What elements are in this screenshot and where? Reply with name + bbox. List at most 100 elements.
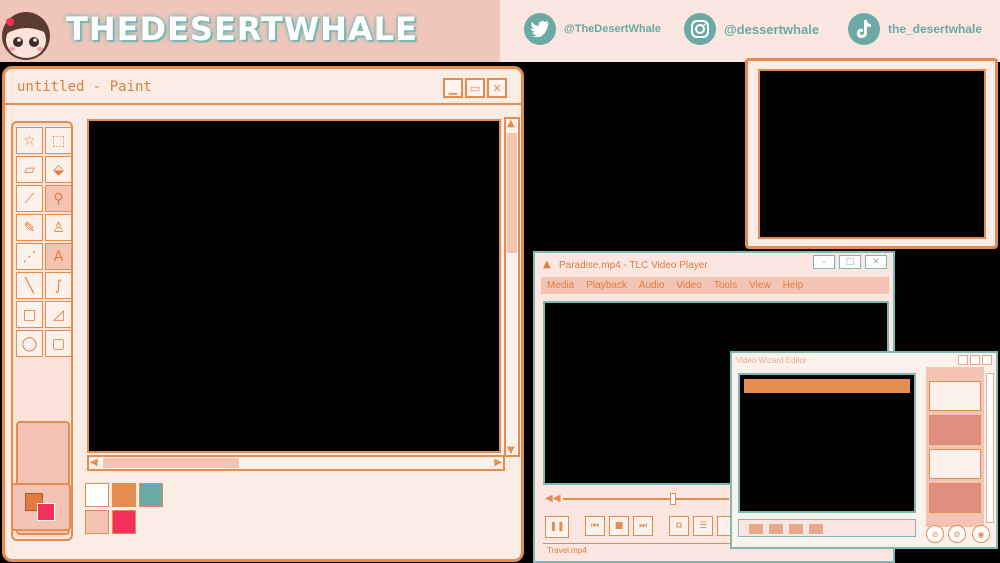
magnifier-icon[interactable]: ⚲ [45, 185, 72, 212]
background-color[interactable] [37, 503, 55, 521]
scroll-right-icon[interactable]: ▶ [494, 457, 502, 468]
seek-knob[interactable] [670, 493, 676, 505]
play-icon[interactable] [769, 524, 783, 534]
ellipse-icon[interactable]: ◯ [16, 330, 43, 357]
horizontal-scroll-thumb[interactable] [103, 458, 239, 468]
palette-swatch[interactable] [139, 483, 163, 507]
line-icon[interactable]: ╲ [16, 272, 43, 299]
close-button[interactable]: ✕ [865, 255, 887, 269]
minimize-button[interactable]: ▁ [443, 78, 463, 98]
seek-bar[interactable]: ◀◀ [543, 493, 733, 505]
star-select-icon[interactable]: ☆ [16, 127, 43, 154]
clip-thumbnail[interactable] [929, 483, 981, 513]
video-editor-controls [958, 355, 992, 365]
menu-view[interactable]: View [749, 280, 771, 291]
twitter-icon [524, 13, 556, 45]
volume-icon[interactable]: ◀◀ [545, 493, 560, 504]
compass-icon[interactable]: ⊘ [926, 525, 944, 543]
color-palette [85, 483, 163, 534]
color-picker-icon[interactable]: ⟋ [16, 185, 43, 212]
drawing-canvas[interactable] [87, 119, 501, 453]
preview-header-bar [744, 379, 910, 393]
video-player-controls: – □ ✕ [813, 255, 887, 269]
scroll-left-icon[interactable]: ◀ [90, 457, 98, 468]
export-icon[interactable]: ◉ [972, 525, 990, 543]
maximize-button[interactable]: □ [839, 255, 861, 269]
fill-bucket-icon[interactable]: ⬙ [45, 156, 72, 183]
text-icon[interactable]: A [45, 243, 72, 270]
curve-icon[interactable]: ∫ [45, 272, 72, 299]
tiktok-icon [848, 13, 880, 45]
toolbox: ☆ ⬚ ▱ ⬙ ⟋ ⚲ ✎ ♙ ⋰ A ╲ ∫ □ ◿ ◯ ▢ [11, 121, 73, 541]
scroll-up-icon[interactable]: ▲ [507, 118, 515, 129]
rectangle-icon[interactable]: □ [16, 301, 43, 328]
paint-window: untitled - Paint ▁ ▭ ✕ ☆ ⬚ ▱ ⬙ ⟋ ⚲ ✎ ♙ ⋰… [2, 66, 524, 562]
settings-icon[interactable]: ⚙ [948, 525, 966, 543]
playback-controls: ❚❚ ⏮ ■ ⏭ ⧉ ☰ ⫶ [545, 516, 737, 538]
menu-tools[interactable]: Tools [714, 280, 737, 291]
menu-audio[interactable]: Audio [639, 280, 665, 291]
menu-video[interactable]: Video [676, 280, 701, 291]
rect-select-icon[interactable]: ⬚ [45, 127, 72, 154]
eraser-icon[interactable]: ▱ [16, 156, 43, 183]
palette-swatch[interactable] [85, 510, 109, 534]
scroll-down-icon[interactable]: ▼ [507, 445, 515, 456]
instagram-icon [684, 13, 716, 45]
maximize-button[interactable]: ▭ [465, 78, 485, 98]
social-tiktok[interactable]: the_desertwhale [848, 12, 982, 46]
header-banner: THEDESERTWHALE [0, 0, 500, 62]
playlist-icon[interactable]: ☰ [693, 516, 713, 536]
video-editor-window: Video Wizard Editor ⊘ ⚙ ◉ [730, 351, 998, 549]
clip-thumbnail[interactable] [929, 381, 981, 411]
clip-thumbnail[interactable] [929, 449, 981, 479]
clip-strip [926, 367, 984, 527]
pause-icon[interactable]: ❚❚ [545, 516, 569, 538]
social-bar: @TheDesertWhale @dessertwhale the_desert… [500, 0, 1000, 62]
vertical-scroll-thumb[interactable] [507, 133, 517, 253]
polygon-icon[interactable]: ◿ [45, 301, 72, 328]
clip-scrollbar[interactable] [986, 373, 994, 523]
active-colors[interactable] [11, 483, 71, 531]
minimize-button[interactable]: – [813, 255, 835, 269]
close-button[interactable] [982, 355, 992, 365]
fullscreen-icon[interactable]: ⧉ [669, 516, 689, 536]
next-icon[interactable]: ⏭ [633, 516, 653, 536]
editor-preview[interactable] [738, 373, 916, 513]
airbrush-icon[interactable]: ⋰ [16, 243, 43, 270]
paint-window-controls: ▁ ▭ ✕ [443, 78, 507, 98]
video-player-menu: Media Playback Audio Video Tools View He… [541, 277, 889, 294]
title-divider [5, 103, 521, 105]
menu-media[interactable]: Media [547, 280, 574, 291]
social-instagram[interactable]: @dessertwhale [684, 12, 819, 46]
twitter-handle: @TheDesertWhale [564, 23, 661, 35]
brush-icon[interactable]: ♙ [45, 214, 72, 241]
instagram-handle: @dessertwhale [724, 21, 820, 37]
video-player-title: Paradise.mp4 - TLC Video Player [559, 260, 708, 271]
close-button[interactable]: ✕ [487, 78, 507, 98]
palette-swatch[interactable] [85, 483, 109, 507]
brand-title: THEDESERTWHALE [66, 10, 418, 48]
menu-help[interactable]: Help [783, 280, 804, 291]
clip-thumbnail[interactable] [929, 415, 981, 445]
menu-playback[interactable]: Playback [586, 280, 627, 291]
forward-icon[interactable] [809, 524, 823, 534]
previous-icon[interactable]: ⏮ [585, 516, 605, 536]
rewind-icon[interactable] [749, 524, 763, 534]
pause-icon[interactable] [789, 524, 803, 534]
camera-slot [758, 69, 986, 239]
maximize-button[interactable] [970, 355, 980, 365]
vertical-scrollbar[interactable]: ▲ ▼ [504, 117, 520, 457]
palette-swatch[interactable] [112, 510, 136, 534]
minimize-button[interactable] [958, 355, 968, 365]
paint-title: untitled - Paint [17, 79, 152, 95]
editor-timeline[interactable] [738, 519, 916, 537]
palette-swatch[interactable] [112, 483, 136, 507]
traffic-cone-icon: ▲ [543, 259, 551, 270]
horizontal-scrollbar[interactable]: ◀ ▶ [87, 455, 505, 471]
stop-icon[interactable]: ■ [609, 516, 629, 536]
rounded-rect-icon[interactable]: ▢ [45, 330, 72, 357]
pencil-icon[interactable]: ✎ [16, 214, 43, 241]
social-twitter[interactable]: @TheDesertWhale [524, 12, 661, 46]
video-editor-title: Video Wizard Editor [736, 356, 807, 365]
camera-frame [745, 58, 998, 249]
